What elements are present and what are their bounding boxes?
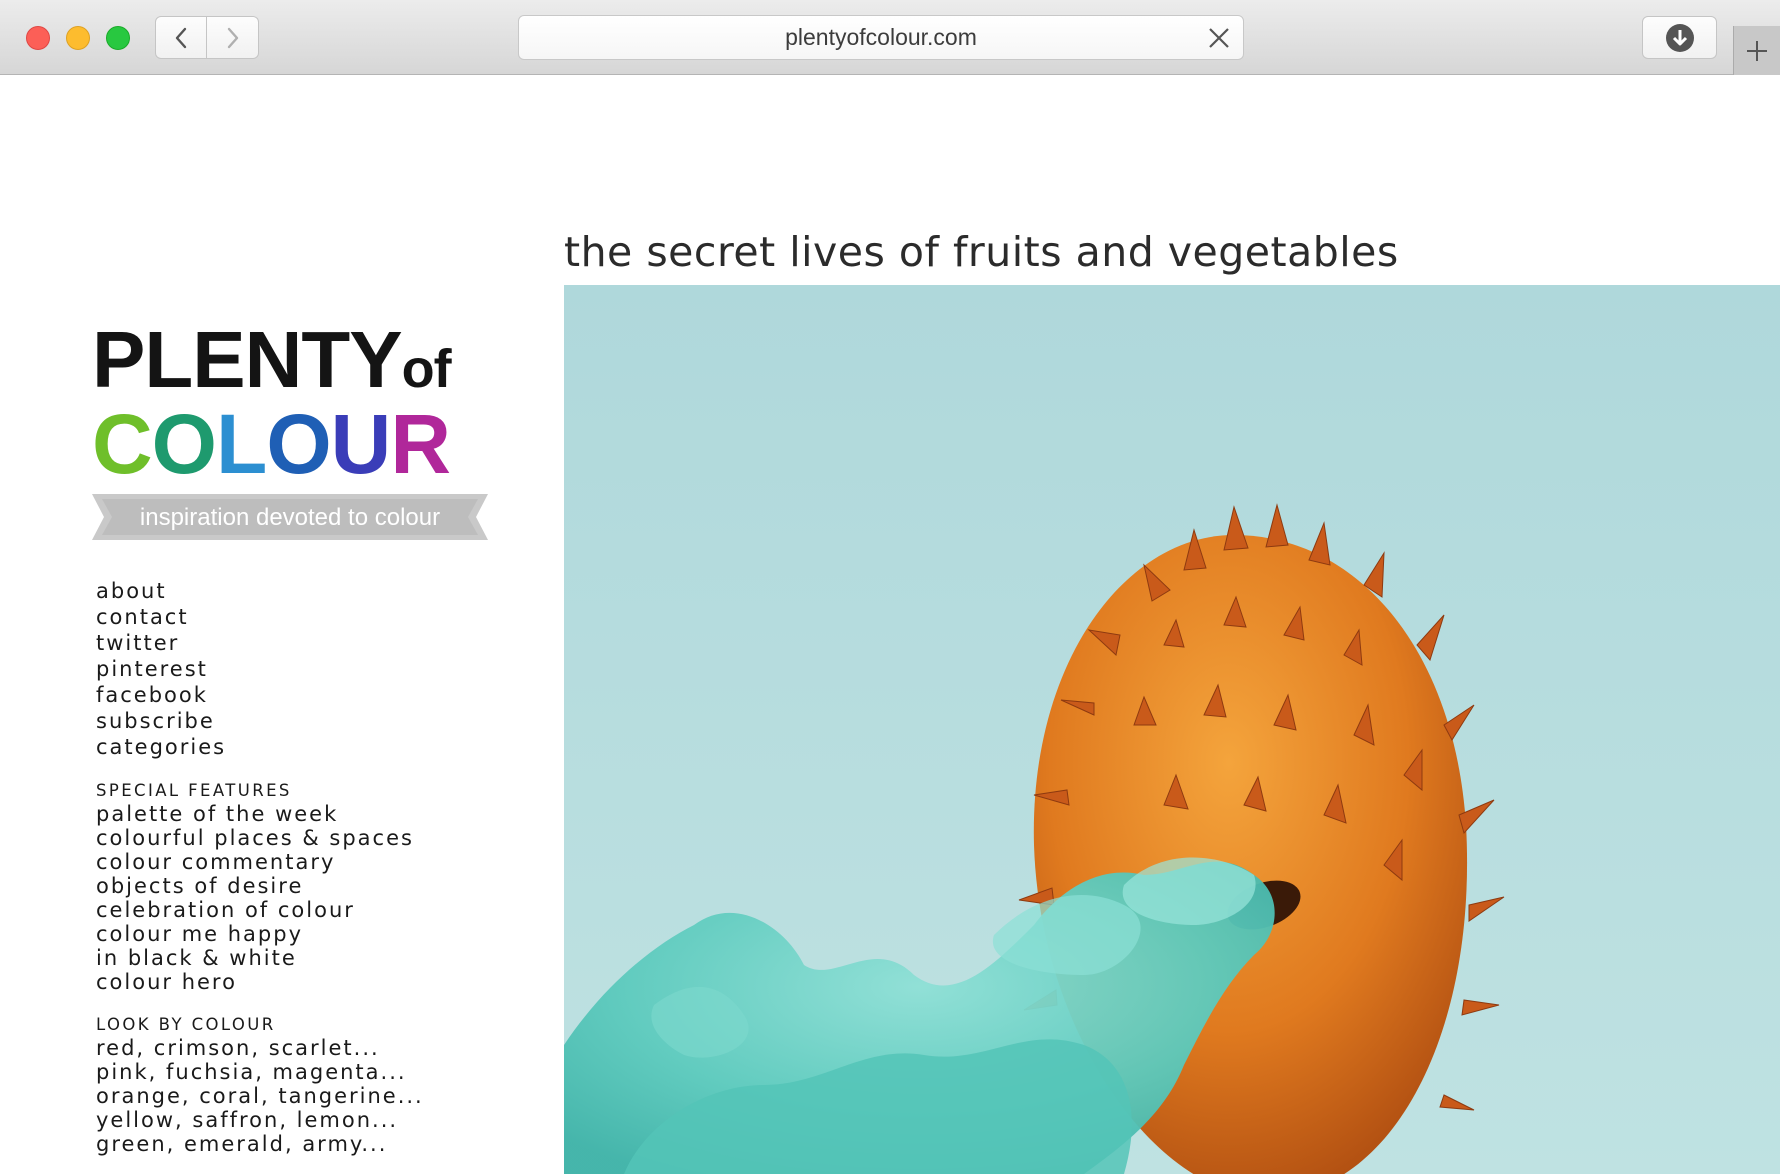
chevron-right-icon	[227, 27, 238, 48]
nav-link-special[interactable]: colour hero	[96, 970, 516, 994]
kiwano-fruit-photo	[564, 285, 1780, 1174]
browser-toolbar: plentyofcolour.com	[0, 0, 1780, 75]
post-title[interactable]: the secret lives of fruits and vegetable…	[564, 228, 1399, 276]
nav-link-special[interactable]: colourful places & spaces	[96, 826, 516, 850]
look-by-colour-list: red, crimson, scarlet... pink, fuchsia, …	[96, 1036, 516, 1156]
nav-link-facebook[interactable]: facebook	[96, 682, 516, 708]
nav-link-contact[interactable]: contact	[96, 604, 516, 630]
site-logo[interactable]: PLENTYof COLOUR inspiration devoted to c…	[92, 320, 492, 540]
logo-wordmark-colour: COLOUR	[92, 397, 451, 491]
address-bar-url[interactable]: plentyofcolour.com	[519, 16, 1243, 59]
nav-link-special[interactable]: celebration of colour	[96, 898, 516, 922]
nav-link-special[interactable]: palette of the week	[96, 802, 516, 826]
special-features-heading: SPECIAL FEATURES	[96, 781, 292, 800]
nav-link-colour[interactable]: pink, fuchsia, magenta...	[96, 1060, 516, 1084]
clear-url-icon[interactable]	[1207, 26, 1231, 50]
zoom-window-button[interactable]	[106, 26, 130, 50]
download-icon	[1665, 23, 1694, 52]
minimize-window-button[interactable]	[66, 26, 90, 50]
nav-link-colour[interactable]: red, crimson, scarlet...	[96, 1036, 516, 1060]
sidebar-nav: about contact twitter pinterest facebook…	[96, 578, 516, 1156]
chevron-left-icon	[175, 27, 187, 48]
back-button[interactable]	[155, 16, 207, 59]
post-hero-image[interactable]	[564, 285, 1780, 1174]
special-features-list: palette of the week colourful places & s…	[96, 802, 516, 994]
logo-tagline: inspiration devoted to colour	[140, 504, 440, 531]
new-tab-button[interactable]	[1733, 26, 1780, 75]
nav-link-categories[interactable]: categories	[96, 734, 516, 760]
main-nav: about contact twitter pinterest facebook…	[96, 578, 516, 760]
downloads-button[interactable]	[1642, 16, 1717, 59]
address-bar[interactable]: plentyofcolour.com	[518, 15, 1244, 60]
forward-button[interactable]	[207, 16, 259, 59]
nav-link-colour[interactable]: green, emerald, army...	[96, 1132, 516, 1156]
nav-link-special[interactable]: in black & white	[96, 946, 516, 970]
plus-icon	[1747, 40, 1767, 61]
logo-tagline-banner: inspiration devoted to colour	[92, 494, 488, 540]
close-window-button[interactable]	[26, 26, 50, 50]
nav-link-special[interactable]: colour me happy	[96, 922, 516, 946]
nav-link-pinterest[interactable]: pinterest	[96, 656, 516, 682]
nav-link-about[interactable]: about	[96, 578, 516, 604]
nav-link-special[interactable]: colour commentary	[96, 850, 516, 874]
nav-link-colour[interactable]: yellow, saffron, lemon...	[96, 1108, 516, 1132]
nav-link-subscribe[interactable]: subscribe	[96, 708, 516, 734]
logo-wordmark-plenty: PLENTYof	[92, 315, 452, 404]
look-by-colour-heading: LOOK BY COLOUR	[96, 1015, 276, 1034]
nav-link-twitter[interactable]: twitter	[96, 630, 516, 656]
nav-link-special[interactable]: objects of desire	[96, 874, 516, 898]
nav-link-colour[interactable]: orange, coral, tangerine...	[96, 1084, 516, 1108]
